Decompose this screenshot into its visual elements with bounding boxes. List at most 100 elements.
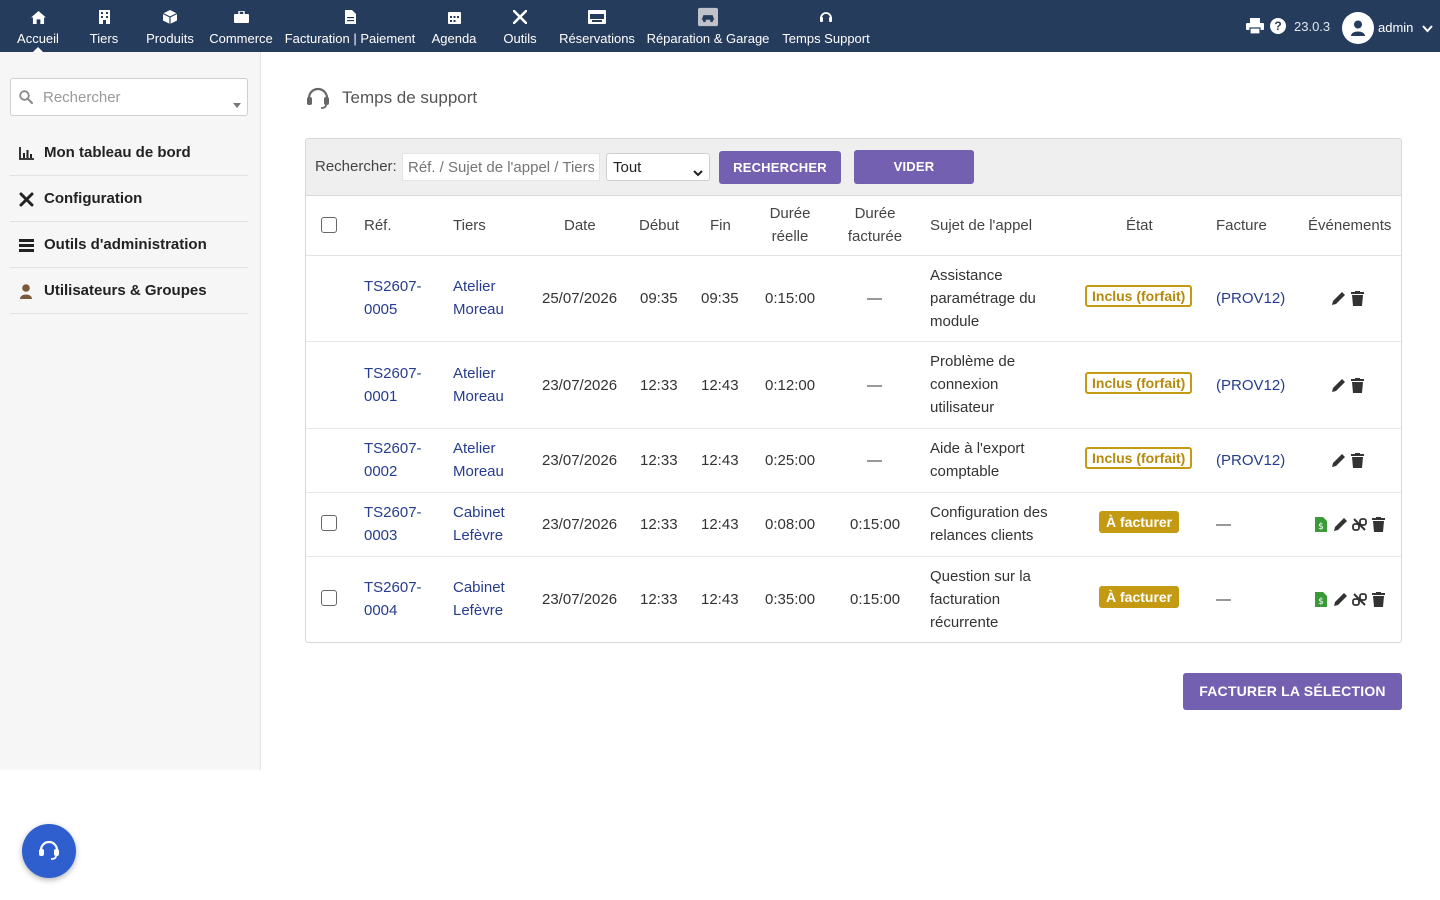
nav-item-label: Outils — [503, 31, 537, 46]
sujet-cell: Assistance paramétrage du module — [930, 267, 1036, 330]
edit-icon[interactable] — [1332, 591, 1348, 607]
duree-reelle-cell: 0:25:00 — [765, 452, 816, 469]
nav-item-agenda[interactable]: Agenda — [426, 0, 482, 52]
column-header-tiers[interactable]: Tiers — [453, 214, 486, 237]
fin-cell: 12:43 — [701, 452, 739, 469]
nav-item-produits[interactable]: Produits — [140, 0, 200, 52]
trash-icon[interactable] — [1370, 516, 1386, 532]
floating-support-button[interactable] — [22, 824, 76, 878]
nav-item-label: Produits — [146, 31, 194, 46]
invoice-link[interactable]: (PROV12) — [1216, 449, 1285, 472]
ref-link[interactable]: TS2607- 0003 — [364, 501, 422, 547]
edit-icon[interactable] — [1330, 290, 1346, 306]
trash-icon[interactable] — [1349, 377, 1365, 393]
column-header-duree-facturee[interactable]: Durée facturée — [835, 202, 915, 248]
trash-icon[interactable] — [1370, 591, 1386, 607]
row-checkbox[interactable] — [321, 515, 337, 531]
column-header-fin[interactable]: Fin — [710, 214, 731, 237]
invoice-cell: — — [1216, 591, 1231, 608]
debut-cell: 12:33 — [640, 516, 678, 533]
duree-reelle-cell: 0:35:00 — [765, 591, 816, 608]
table-row: TS2607- 0003 Cabinet Lefèvre 23/07/2026 12… — [306, 493, 1401, 557]
table-row: TS2607- 0004 Cabinet Lefèvre 23/07/2026 12… — [306, 557, 1401, 643]
filter-bar: Rechercher: Tout RECHERCHER VIDER — [305, 138, 1402, 196]
status-badge: À facturer — [1099, 586, 1180, 608]
caret-down-icon[interactable] — [233, 95, 241, 113]
printer-icon[interactable] — [1246, 18, 1264, 39]
tiers-link[interactable]: Atelier Moreau — [453, 275, 504, 321]
chart-icon — [17, 144, 35, 162]
chevron-down-icon[interactable] — [1422, 20, 1433, 38]
column-header-sujet[interactable]: Sujet de l'appel — [930, 214, 1032, 237]
invoice-link[interactable]: (PROV12) — [1216, 287, 1285, 310]
debut-cell: 12:33 — [640, 377, 678, 394]
column-header-ref[interactable]: Réf. — [364, 214, 392, 237]
bill-selection-button[interactable]: FACTURER LA SÉLECTION — [1183, 673, 1402, 710]
nav-item-reparation-garage[interactable]: Réparation & Garage — [644, 0, 772, 52]
tiers-link[interactable]: Atelier Moreau — [453, 437, 504, 483]
nav-item-commerce[interactable]: Commerce — [206, 0, 276, 52]
column-header-etat[interactable]: État — [1126, 214, 1153, 237]
nav-item-label: Temps Support — [782, 31, 870, 46]
ref-link[interactable]: TS2607- 0001 — [364, 362, 422, 408]
nav-item-label: Facturation | Paiement — [284, 31, 416, 46]
ref-link[interactable]: TS2607- 0005 — [364, 275, 422, 321]
nav-item-facturation[interactable]: Facturation | Paiement — [282, 0, 418, 52]
column-header-date[interactable]: Date — [564, 214, 596, 237]
avatar[interactable] — [1342, 12, 1374, 44]
invoice-icon[interactable]: $ — [1313, 591, 1329, 607]
unlink-icon[interactable] — [1351, 591, 1367, 607]
edit-icon[interactable] — [1332, 516, 1348, 532]
user-name[interactable]: admin — [1378, 20, 1413, 35]
ref-link[interactable]: TS2607- 0002 — [364, 437, 422, 483]
fin-cell: 12:43 — [701, 591, 739, 608]
row-checkbox[interactable] — [321, 590, 337, 606]
select-all-checkbox[interactable] — [321, 217, 337, 233]
sidebar-item-dashboard[interactable]: Mon tableau de bord — [10, 130, 248, 176]
sidebar-item-label: Mon tableau de bord — [44, 144, 191, 161]
column-header-debut[interactable]: Début — [639, 214, 679, 237]
nav-item-outils[interactable]: Outils — [496, 0, 544, 52]
debut-cell: 09:35 — [640, 290, 678, 307]
nav-item-temps-support[interactable]: Temps Support — [780, 0, 872, 52]
sidebar-item-admin-tools[interactable]: Outils d'administration — [10, 222, 248, 268]
trash-icon[interactable] — [1349, 452, 1365, 468]
filter-search-input[interactable] — [402, 153, 600, 181]
search-icon — [19, 90, 33, 109]
sujet-cell: Problème de connexion utilisateur — [930, 353, 1016, 416]
edit-icon[interactable] — [1330, 452, 1346, 468]
ref-link[interactable]: TS2607- 0004 — [364, 576, 422, 622]
row-actions: $ — [1313, 516, 1386, 532]
help-icon[interactable]: ? — [1270, 18, 1286, 34]
invoice-icon[interactable]: $ — [1313, 516, 1329, 532]
status-badge: Inclus (forfait) — [1085, 447, 1193, 469]
edit-icon[interactable] — [1330, 377, 1346, 393]
reservation-icon — [587, 8, 607, 26]
row-actions: $ — [1313, 591, 1386, 607]
nav-item-label: Tiers — [89, 31, 119, 46]
table-row: TS2607- 0002 Atelier Moreau 23/07/2026 12:… — [306, 429, 1401, 493]
search-placeholder: Rechercher — [43, 89, 121, 106]
table-header: Réf. Tiers Date Début Fin Durée réelle D… — [306, 196, 1401, 256]
nav-item-reservations[interactable]: Réservations — [556, 0, 638, 52]
column-header-duree-reelle[interactable]: Durée réelle — [750, 202, 830, 248]
column-header-facture[interactable]: Facture — [1216, 214, 1267, 237]
sidebar-search-input[interactable]: Rechercher — [10, 78, 248, 116]
search-button[interactable]: RECHERCHER — [719, 151, 841, 184]
filter-label: Rechercher: — [315, 158, 397, 175]
sidebar-item-users-groups[interactable]: Utilisateurs & Groupes — [10, 268, 248, 314]
tiers-link[interactable]: Cabinet Lefèvre — [453, 501, 505, 547]
filter-state-select[interactable]: Tout — [606, 153, 710, 181]
page-title-text: Temps de support — [342, 88, 478, 107]
date-cell: 23/07/2026 — [542, 591, 618, 608]
sidebar-item-label: Outils d'administration — [44, 236, 207, 253]
tiers-link[interactable]: Atelier Moreau — [453, 362, 504, 408]
clear-button[interactable]: VIDER — [854, 150, 974, 184]
trash-icon[interactable] — [1349, 290, 1365, 306]
nav-item-accueil[interactable]: Accueil — [8, 0, 68, 52]
invoice-link[interactable]: (PROV12) — [1216, 374, 1285, 397]
tiers-link[interactable]: Cabinet Lefèvre — [453, 576, 505, 622]
nav-item-tiers[interactable]: Tiers — [78, 0, 130, 52]
sidebar-item-configuration[interactable]: Configuration — [10, 176, 248, 222]
unlink-icon[interactable] — [1351, 516, 1367, 532]
